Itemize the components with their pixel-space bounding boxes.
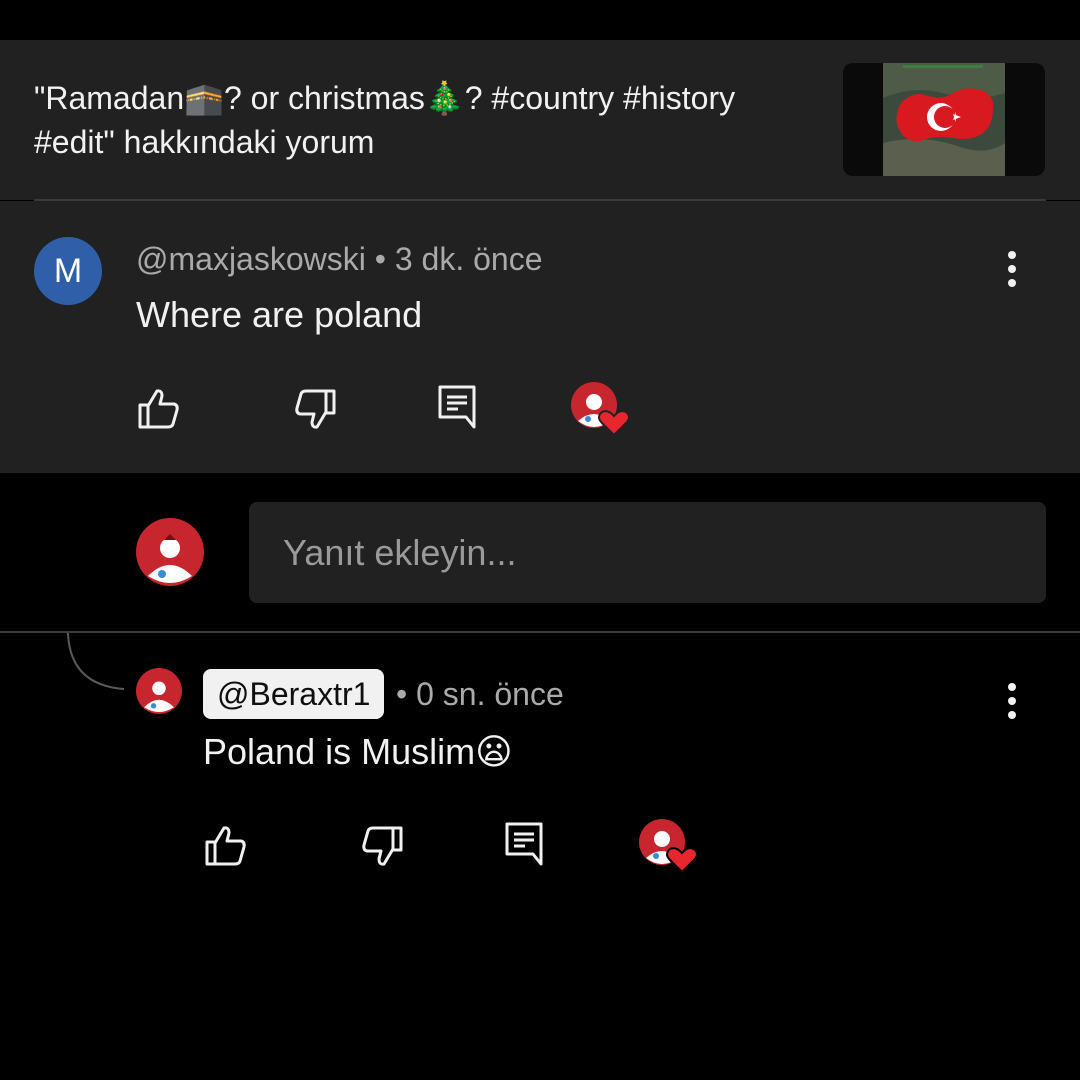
kaaba-emoji: 🕋 [184, 80, 224, 116]
reply-like-icon[interactable] [201, 822, 249, 870]
video-thumbnail[interactable] [843, 63, 1045, 176]
comment-meta: @maxjaskowski • 3 dk. önce [136, 241, 543, 278]
comment-username[interactable]: @maxjaskowski [136, 241, 366, 277]
more-options-icon[interactable] [1000, 249, 1024, 289]
reply-dislike-icon[interactable] [359, 822, 407, 870]
reply-icon[interactable] [434, 383, 482, 431]
comment-timestamp: 3 dk. önce [394, 241, 543, 277]
turkey-flag-map-icon [843, 63, 1045, 176]
reply-composer: Yanıt ekleyin... [0, 473, 1080, 633]
reply-meta: • 0 sn. önce [396, 676, 564, 713]
dislike-icon[interactable] [292, 385, 340, 433]
comment-body: Where are poland [136, 294, 423, 335]
title-text-1: "Ramadan [34, 80, 185, 116]
creator-heart-icon [571, 382, 630, 437]
meta-separator: • [365, 241, 395, 277]
title-text-4: #edit" hakkındaki yorum [34, 124, 375, 160]
christmas-tree-emoji: 🎄 [424, 80, 465, 116]
comment-thread-header: "Ramadan🕋? or christmas🎄? #country #hist… [0, 40, 1080, 200]
reply-input[interactable]: Yanıt ekleyin... [249, 502, 1046, 603]
reply-timestamp: 0 sn. önce [416, 676, 564, 712]
reply-meta-separator: • [396, 676, 417, 712]
reply-body: Poland is Muslim😦 [203, 731, 513, 773]
reply-author-avatar[interactable] [136, 668, 182, 714]
avatar-letter: M [53, 252, 83, 290]
like-icon[interactable] [134, 385, 182, 433]
frowning-face-emoji: 😦 [475, 731, 513, 772]
reply-divider [0, 631, 1080, 633]
status-bar-area [0, 0, 1080, 40]
reply-reply-icon[interactable] [501, 820, 549, 868]
commenter-avatar[interactable]: M [34, 237, 102, 305]
parent-comment: M @maxjaskowski • 3 dk. önce Where are p… [0, 201, 1080, 473]
title-text-2: ? or christmas [223, 80, 425, 116]
reply-creator-heart-icon [639, 819, 698, 874]
reply-text: Poland is Muslim [203, 731, 476, 772]
title-text-3: ? #country #history [464, 80, 736, 116]
reply-username-chip[interactable]: @Beraxtr1 [203, 669, 385, 719]
reply-more-options-icon[interactable] [1000, 681, 1024, 721]
current-user-avatar[interactable] [136, 518, 204, 586]
video-title[interactable]: "Ramadan🕋? or christmas🎄? #country #hist… [34, 76, 814, 164]
